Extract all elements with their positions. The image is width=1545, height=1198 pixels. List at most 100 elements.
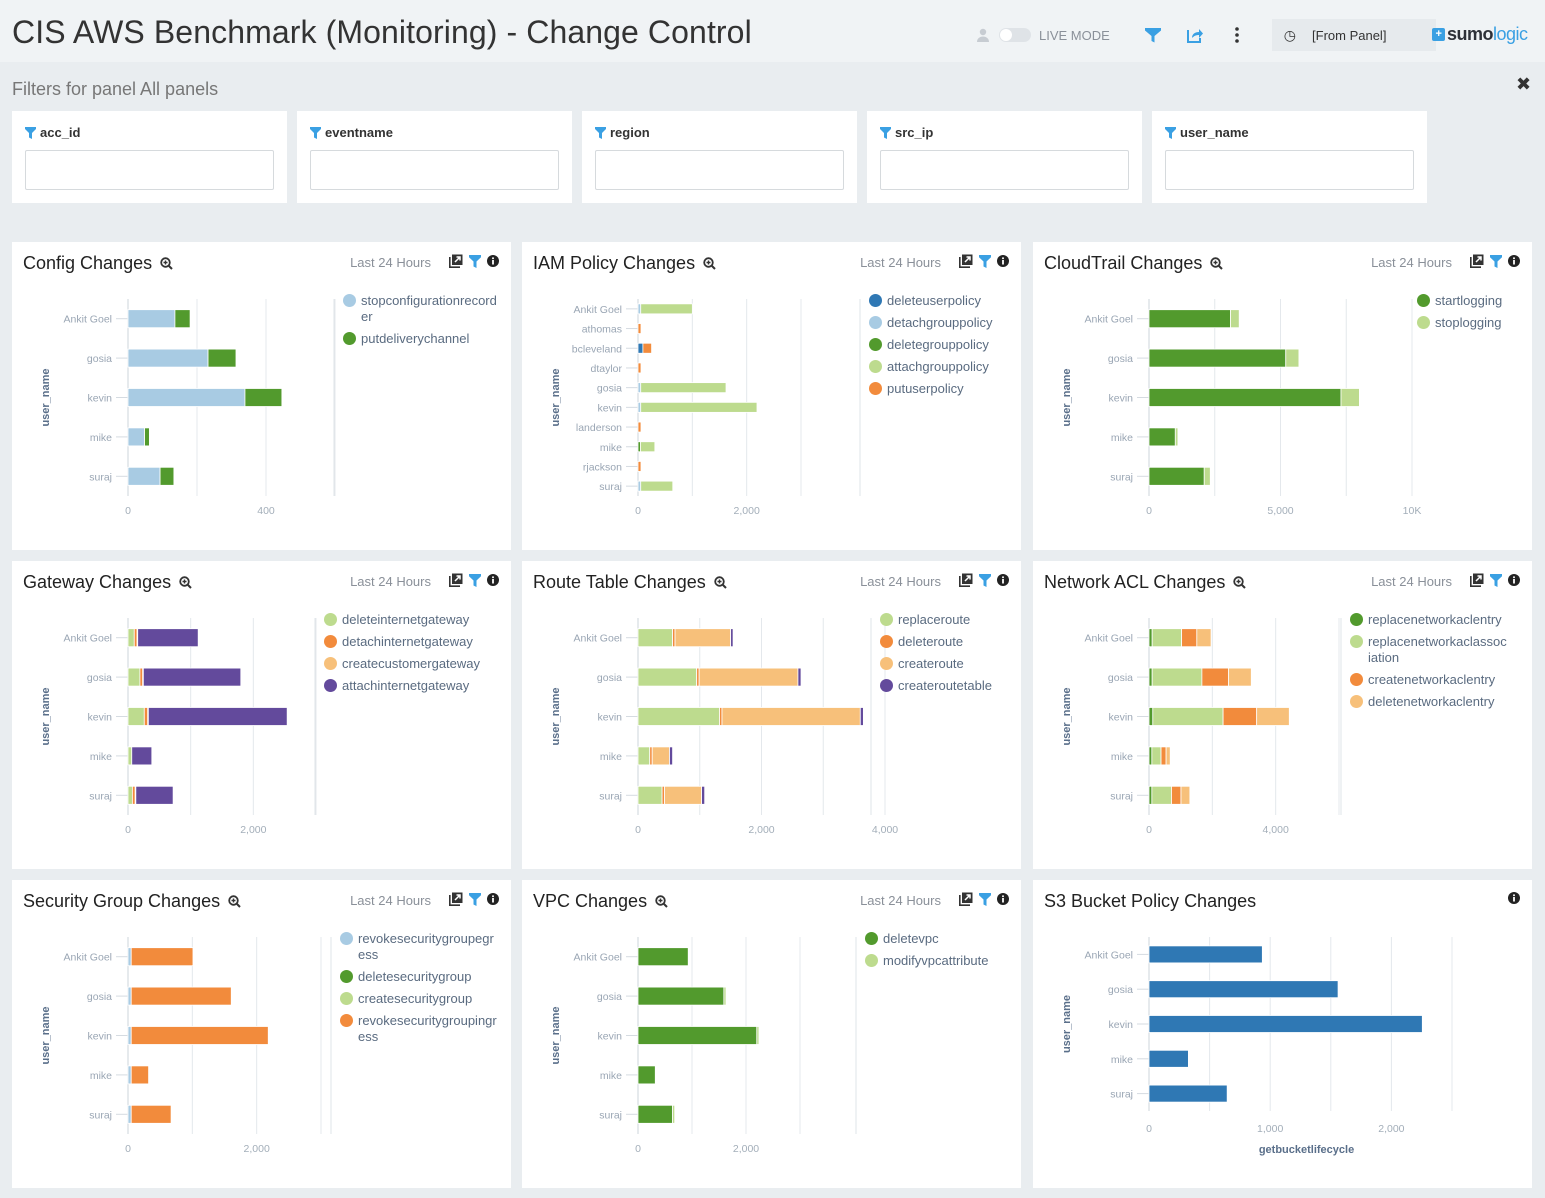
legend-item[interactable]: createroute xyxy=(880,656,1038,672)
time-range-selector[interactable]: ◷ [From Panel] xyxy=(1271,19,1436,51)
bar-startlogging[interactable] xyxy=(1148,309,1231,329)
bar-deletenetworkaclentry[interactable] xyxy=(1228,667,1252,687)
legend-item[interactable]: deletenetworkaclentry xyxy=(1350,694,1508,710)
bar-createroute[interactable] xyxy=(721,707,861,726)
bar-revokesecuritygroupingress[interactable] xyxy=(130,947,194,967)
legend-item[interactable]: deletesecuritygroup xyxy=(340,969,498,985)
bar-deleteinternetgateway[interactable] xyxy=(127,667,141,687)
bar-getbucketlifecycle[interactable] xyxy=(1148,1084,1228,1103)
bar-detachgrouppolicy[interactable] xyxy=(637,303,642,315)
legend-item[interactable]: replacenetworkaclassociation xyxy=(1350,634,1508,666)
bar-deletenetworkaclentry[interactable] xyxy=(1196,628,1212,648)
bar-putuserpolicy[interactable] xyxy=(637,461,642,472)
bar-createroute[interactable] xyxy=(664,785,703,805)
bar-replacenetworkaclassociation[interactable] xyxy=(1152,707,1224,726)
bar-modifyvpcattribute[interactable] xyxy=(723,986,727,1006)
bar-replacenetworkaclassociation[interactable] xyxy=(1151,628,1183,648)
legend-item[interactable]: createnetworkaclentry xyxy=(1350,672,1508,688)
bar-createnetworkaclentry[interactable] xyxy=(1160,746,1167,766)
legend-item[interactable]: startlogging xyxy=(1417,293,1545,309)
bar-startlogging[interactable] xyxy=(1148,466,1205,486)
legend-item[interactable]: createsecuritygroup xyxy=(340,991,498,1007)
legend-item[interactable]: deleteroute xyxy=(880,634,1038,650)
legend-item[interactable]: createroutetable xyxy=(880,678,1038,694)
bar-createroutetable[interactable] xyxy=(859,707,864,726)
bar-createroutetable[interactable] xyxy=(797,667,802,687)
bar-revokesecuritygroupingress[interactable] xyxy=(130,1026,269,1045)
more-options-icon[interactable] xyxy=(1228,26,1246,44)
bar-getbucketlifecycle[interactable] xyxy=(1148,945,1263,964)
bar-replacenetworkaclassociation[interactable] xyxy=(1151,785,1172,805)
bar-stoplogging[interactable] xyxy=(1230,309,1240,329)
bar-detachinternetgateway[interactable] xyxy=(139,667,144,687)
filter-input-src-ip[interactable] xyxy=(880,150,1129,190)
bar-replacenetworkaclentry[interactable] xyxy=(1148,667,1153,687)
bar-replacenetworkaclentry[interactable] xyxy=(1148,785,1153,805)
bar-stoplogging[interactable] xyxy=(1340,388,1360,407)
bar-createroutetable[interactable] xyxy=(701,785,706,805)
bar-deletevpc[interactable] xyxy=(637,986,725,1006)
bar-deletenetworkaclentry[interactable] xyxy=(1256,707,1290,726)
bar-startlogging[interactable] xyxy=(1148,388,1342,407)
bar-putuserpolicy[interactable] xyxy=(642,342,652,354)
legend-item[interactable]: putuserpolicy xyxy=(869,381,1027,397)
legend-item[interactable]: attachinternetgateway xyxy=(324,678,482,694)
bar-detachinternetgateway[interactable] xyxy=(143,707,149,726)
bar-attachgrouppolicy[interactable] xyxy=(640,303,693,315)
bar-stopconfigurationrecorder[interactable] xyxy=(127,309,176,329)
legend-item[interactable]: revokesecuritygroupingress xyxy=(340,1013,498,1045)
bar-replaceroute[interactable] xyxy=(637,667,698,687)
share-icon[interactable] xyxy=(1186,26,1204,44)
close-icon[interactable]: ✖ xyxy=(1516,74,1531,95)
bar-stopconfigurationrecorder[interactable] xyxy=(127,427,145,447)
legend-item[interactable]: deleteinternetgateway xyxy=(324,612,482,628)
bar-putdeliverychannel[interactable] xyxy=(244,388,283,407)
bar-revokesecuritygroupegress[interactable] xyxy=(127,1065,132,1085)
bar-deletevpc[interactable] xyxy=(637,1104,673,1124)
legend-item[interactable]: deletevpc xyxy=(865,931,1023,947)
bar-attachinternetgateway[interactable] xyxy=(142,667,242,687)
bar-createnetworkaclentry[interactable] xyxy=(1222,707,1258,726)
bar-revokesecuritygroupingress[interactable] xyxy=(130,986,232,1006)
bar-stopconfigurationrecorder[interactable] xyxy=(127,388,246,407)
bar-startlogging[interactable] xyxy=(1148,427,1176,447)
bar-putuserpolicy[interactable] xyxy=(637,323,642,334)
bar-attachinternetgateway[interactable] xyxy=(131,746,153,766)
bar-detachinternetgateway[interactable] xyxy=(133,628,138,648)
filter-input-eventname[interactable] xyxy=(310,150,559,190)
bar-revokesecuritygroupingress[interactable] xyxy=(130,1104,172,1124)
bar-replacenetworkaclentry[interactable] xyxy=(1148,628,1153,648)
bar-replaceroute[interactable] xyxy=(637,707,720,726)
legend-item[interactable]: attachgrouppolicy xyxy=(869,359,1027,375)
bar-putdeliverychannel[interactable] xyxy=(144,427,150,447)
legend-item[interactable]: stoplogging xyxy=(1417,315,1545,331)
bar-replacenetworkaclentry[interactable] xyxy=(1148,707,1154,726)
bar-detachgrouppolicy[interactable] xyxy=(637,382,642,394)
bar-attachinternetgateway[interactable] xyxy=(147,707,288,726)
legend-item[interactable]: detachinternetgateway xyxy=(324,634,482,650)
bar-replaceroute[interactable] xyxy=(637,785,663,805)
bar-replacenetworkaclassociation[interactable] xyxy=(1151,667,1203,687)
bar-replaceroute[interactable] xyxy=(637,746,651,766)
bar-stoplogging[interactable] xyxy=(1174,427,1179,447)
bar-attachgrouppolicy[interactable] xyxy=(640,480,674,492)
bar-startlogging[interactable] xyxy=(1148,348,1287,368)
bar-modifyvpcattribute[interactable] xyxy=(672,1104,676,1124)
bar-revokesecuritygroupegress[interactable] xyxy=(127,1104,132,1124)
legend-item[interactable]: detachgrouppolicy xyxy=(869,315,1027,331)
filter-icon[interactable] xyxy=(1144,26,1162,44)
bar-createroute[interactable] xyxy=(698,667,799,687)
bar-putdeliverychannel[interactable] xyxy=(207,348,237,368)
bar-attachinternetgateway[interactable] xyxy=(135,785,174,805)
bar-createnetworkaclentry[interactable] xyxy=(1181,628,1198,648)
bar-detachgrouppolicy[interactable] xyxy=(637,401,642,413)
bar-createroutetable[interactable] xyxy=(730,628,734,648)
bar-revokesecuritygroupegress[interactable] xyxy=(127,1026,132,1045)
legend-item[interactable]: createcustomergateway xyxy=(324,656,482,672)
legend-item[interactable]: stopconfigurationrecorder xyxy=(343,293,501,325)
bar-deletevpc[interactable] xyxy=(637,1026,758,1045)
bar-stoplogging[interactable] xyxy=(1203,466,1211,486)
bar-createnetworkaclentry[interactable] xyxy=(1201,667,1229,687)
bar-stoplogging[interactable] xyxy=(1285,348,1300,368)
bar-deletenetworkaclentry[interactable] xyxy=(1165,746,1171,766)
